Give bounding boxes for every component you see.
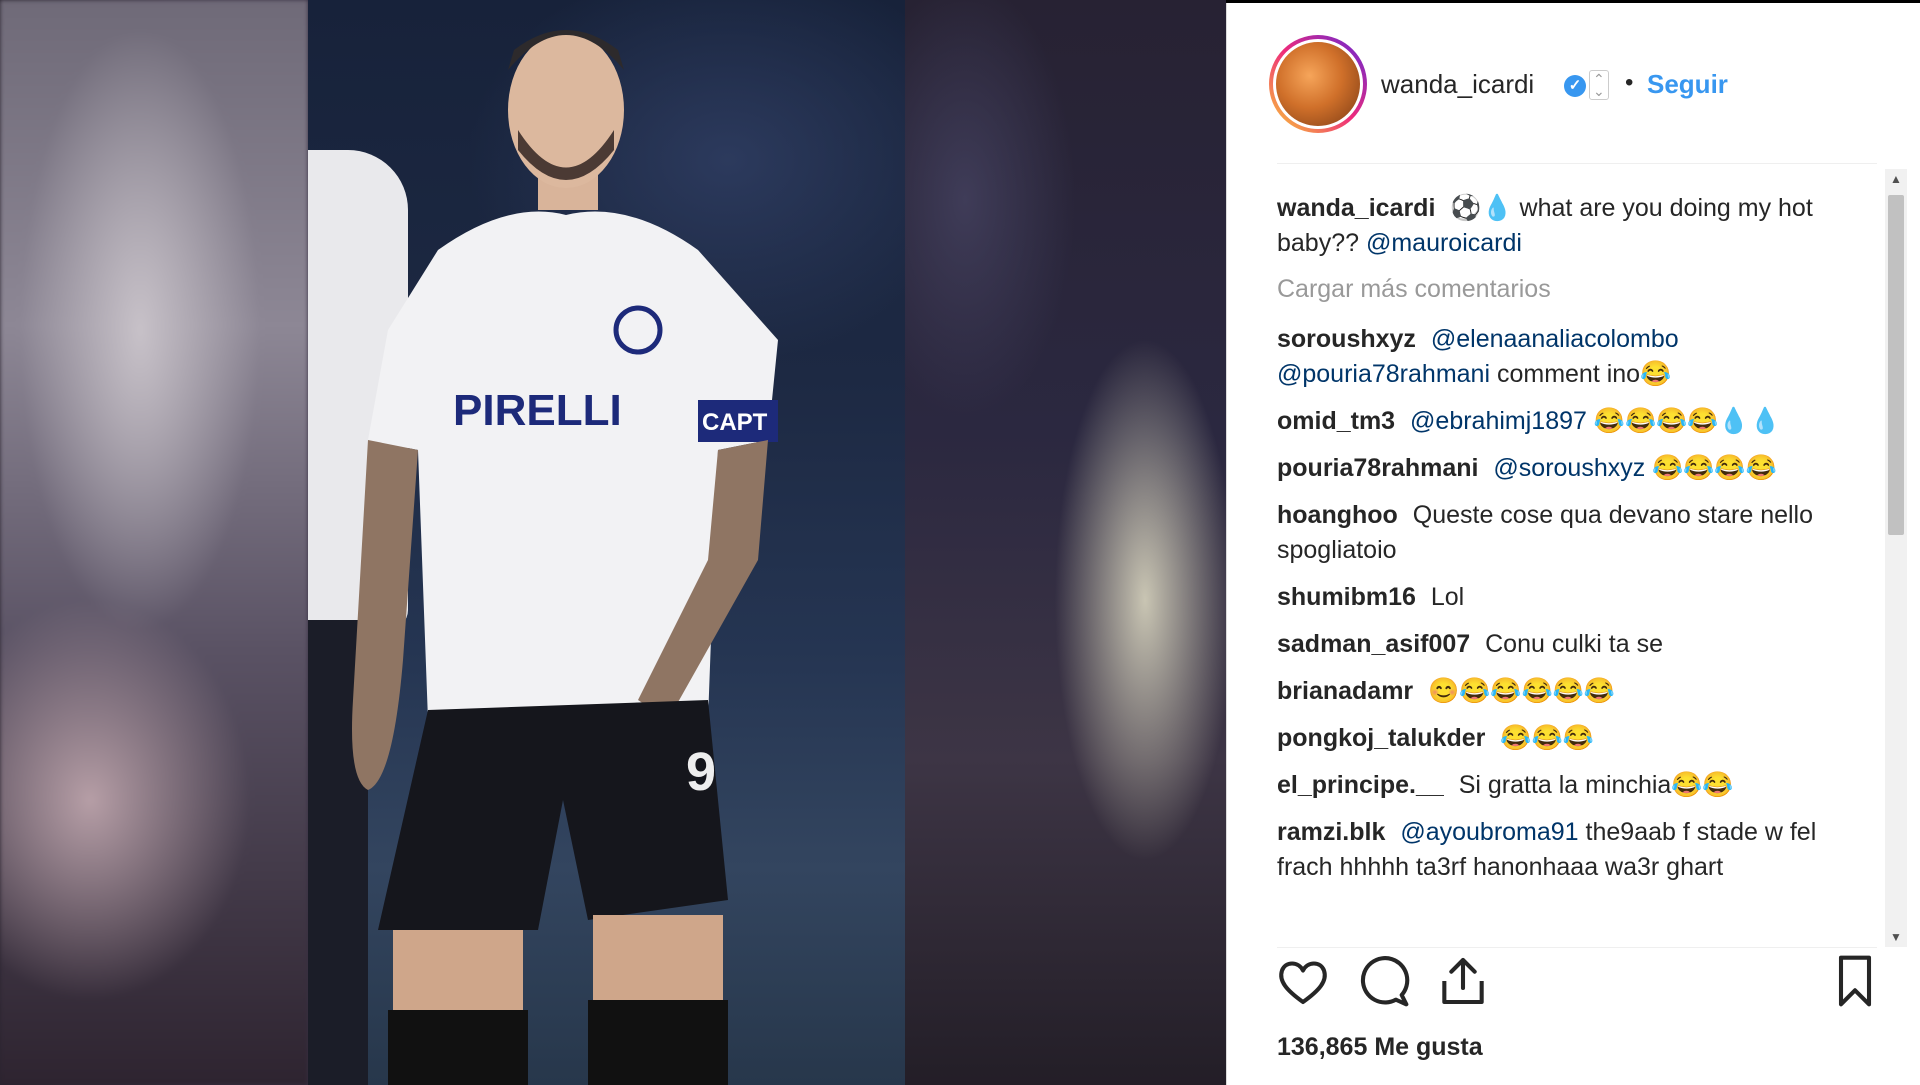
svg-text:PIRELLI: PIRELLI (453, 386, 622, 435)
comment-item: pouria78rahmani @soroushxyz 😂😂😂😂 (1277, 451, 1867, 486)
bookmark-icon[interactable] (1827, 953, 1883, 1009)
comment-item: brianadamr 😊😂😂😂😂😂 (1277, 674, 1867, 709)
svg-text:9: 9 (686, 742, 716, 802)
comment-username[interactable]: sadman_asif007 (1277, 630, 1477, 658)
svg-text:CAPT: CAPT (702, 409, 768, 436)
caption-username[interactable]: wanda_icardi (1277, 194, 1442, 222)
comment-mention[interactable]: @ebrahimj1897 (1410, 407, 1587, 435)
comment-mention[interactable]: @ayoubroma91 (1400, 818, 1578, 846)
post-actions-bar (1227, 953, 1920, 1023)
comment-username[interactable]: omid_tm3 (1277, 407, 1402, 435)
follow-button[interactable]: Seguir (1647, 69, 1728, 100)
comment-username[interactable]: pongkoj_talukder (1277, 724, 1492, 752)
load-more-comments-button[interactable]: Cargar más comentarios (1277, 275, 1867, 304)
comment-username[interactable]: ramzi.blk (1277, 818, 1392, 846)
likes-count[interactable]: 136,865 Me gusta (1277, 1033, 1483, 1062)
comment-item: omid_tm3 @ebrahimj1897 😂😂😂😂💧💧 (1277, 404, 1867, 439)
avatar[interactable] (1269, 35, 1367, 133)
caption-mention[interactable]: @mauroicardi (1366, 229, 1522, 257)
comment-item: pongkoj_talukder 😂😂😂 (1277, 721, 1867, 756)
comment-item: soroushxyz @elenaanaliacolombo @pouria78… (1277, 322, 1867, 392)
post-detail-panel: wanda_icardi ✓ ⌃ ⌄ • Seguir wanda_icardi … (1226, 3, 1920, 1085)
comment-item: hoanghoo Queste cose qua devano stare ne… (1277, 498, 1867, 568)
comment-username[interactable]: soroushxyz (1277, 325, 1423, 353)
comment-item: sadman_asif007 Conu culki ta se (1277, 627, 1867, 662)
comment-text: Conu culki ta se (1485, 630, 1663, 658)
comment-text: 😂😂😂😂 (1645, 454, 1777, 482)
header-separator: • (1625, 69, 1634, 96)
caret-updown-icon: ⌃ ⌄ (1589, 70, 1609, 100)
comment-text: 😊😂😂😂😂😂 (1428, 677, 1615, 705)
post-caption: wanda_icardi ⚽💧 what are you doing my ho… (1277, 191, 1867, 261)
share-icon[interactable] (1435, 953, 1491, 1009)
comment-username[interactable]: el_principe.__ (1277, 771, 1451, 799)
comment-username[interactable]: shumibm16 (1277, 583, 1423, 611)
heart-icon[interactable] (1275, 953, 1331, 1009)
comment-text: 😂😂😂 (1500, 724, 1594, 752)
header-divider (1277, 163, 1877, 164)
comment-text: 😂😂😂😂💧💧 (1586, 407, 1781, 435)
comment-text: Si gratta la minchia😂😂 (1458, 771, 1734, 799)
comment-item: el_principe.__ Si gratta la minchia😂😂 (1277, 768, 1867, 803)
comment-text: Lol (1430, 583, 1465, 611)
comments-scrollbar[interactable]: ▲ ▼ (1885, 169, 1907, 947)
actions-divider (1277, 947, 1877, 948)
verified-badge-icon: ✓ (1564, 75, 1586, 97)
comments-list[interactable]: wanda_icardi ⚽💧 what are you doing my ho… (1277, 191, 1867, 941)
comment-mention[interactable]: @soroushxyz (1493, 454, 1645, 482)
post-photo[interactable]: PIRELLI CAPT 9 (308, 0, 905, 1085)
comment-text: comment ino😂 (1490, 360, 1672, 388)
comment-username[interactable]: brianadamr (1277, 677, 1420, 705)
header-username[interactable]: wanda_icardi (1381, 69, 1534, 100)
blurred-background-left (0, 0, 308, 1085)
comment-username[interactable]: pouria78rahmani (1277, 454, 1485, 482)
comment-username[interactable]: hoanghoo (1277, 501, 1405, 529)
comment-bubble-icon[interactable] (1355, 953, 1411, 1009)
comment-item: shumibm16 Lol (1277, 580, 1867, 615)
scroll-up-arrow-icon[interactable]: ▲ (1885, 169, 1907, 189)
comment-item: ramzi.blk @ayoubroma91 the9aab f stade w… (1277, 815, 1867, 885)
post-header: wanda_icardi ✓ ⌃ ⌄ • Seguir (1227, 3, 1920, 163)
player-figure: PIRELLI CAPT 9 (352, 30, 778, 1085)
scroll-down-arrow-icon[interactable]: ▼ (1885, 927, 1907, 947)
blurred-background-right (905, 0, 1226, 1085)
post-media-viewer: PIRELLI CAPT 9 (0, 0, 1226, 1085)
scroll-thumb[interactable] (1888, 195, 1904, 535)
